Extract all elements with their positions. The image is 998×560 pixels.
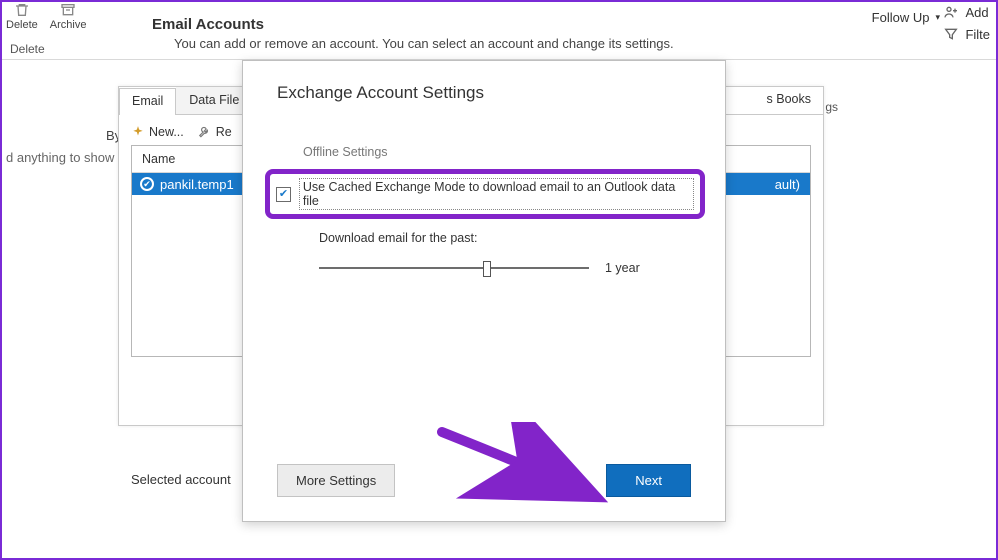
filter-label: Filte	[965, 27, 990, 42]
toolbar-new[interactable]: New...	[131, 125, 184, 139]
check-icon: ✔	[279, 189, 288, 200]
delete-icon	[11, 2, 33, 18]
ribbon-left-group: Delete Archive	[6, 2, 86, 31]
exchange-settings-modal: Exchange Account Settings Offline Settin…	[242, 60, 726, 522]
default-check-icon: ✔	[140, 177, 154, 191]
filter-icon	[943, 26, 959, 42]
slider-track	[319, 267, 589, 269]
slider-value-label: 1 year	[605, 261, 640, 275]
add-button[interactable]: Add	[943, 4, 990, 20]
next-button[interactable]: Next	[606, 464, 691, 497]
cached-mode-label[interactable]: Use Cached Exchange Mode to download ema…	[299, 178, 694, 210]
ribbon-right-group: Add Follow Up ▾ Filte	[943, 4, 990, 48]
archive-button[interactable]: Archive	[50, 2, 87, 31]
wrench-icon	[198, 125, 212, 139]
modal-footer: More Settings Next	[277, 464, 691, 497]
archive-label: Archive	[50, 19, 87, 31]
account-row-right: ault)	[765, 177, 810, 192]
ribbon-section-delete: Delete	[10, 42, 45, 56]
archive-icon	[57, 2, 79, 18]
tab-email[interactable]: Email	[119, 88, 176, 115]
tags-section-label: gs	[825, 100, 838, 114]
delete-button[interactable]: Delete	[6, 2, 38, 31]
account-email: pankil.temp1	[160, 177, 234, 192]
toolbar-repair[interactable]: Re	[198, 125, 232, 139]
tab-address-books[interactable]: s Books	[755, 87, 823, 114]
toolbar-new-label: New...	[149, 125, 184, 139]
more-settings-button[interactable]: More Settings	[277, 464, 395, 497]
download-slider[interactable]	[319, 261, 589, 275]
delete-label: Delete	[6, 19, 38, 31]
chevron-down-icon: ▾	[935, 12, 940, 23]
offline-settings-label: Offline Settings	[243, 103, 725, 159]
download-slider-row: 1 year	[243, 245, 725, 275]
page-title: Email Accounts	[152, 16, 264, 33]
filter-button[interactable]: Filte	[943, 26, 990, 42]
download-past-label: Download email for the past:	[243, 219, 725, 245]
add-label: Add	[965, 5, 988, 20]
cached-mode-highlight: ✔ Use Cached Exchange Mode to download e…	[265, 169, 705, 219]
slider-thumb[interactable]	[483, 261, 491, 277]
modal-title: Exchange Account Settings	[243, 61, 725, 103]
page-subtitle: You can add or remove an account. You ca…	[174, 36, 674, 51]
cached-mode-checkbox[interactable]: ✔	[276, 187, 291, 202]
follow-up-button[interactable]: Follow Up ▾	[872, 10, 940, 25]
follow-up-label: Follow Up	[872, 10, 930, 25]
toolbar-repair-label: Re	[216, 125, 232, 139]
user-add-icon	[943, 4, 959, 20]
selected-account-label: Selected account	[131, 472, 231, 487]
nothing-to-show-label: d anything to show	[2, 150, 114, 165]
tab-data-files[interactable]: Data File	[176, 87, 252, 114]
sparkle-icon	[131, 125, 145, 139]
